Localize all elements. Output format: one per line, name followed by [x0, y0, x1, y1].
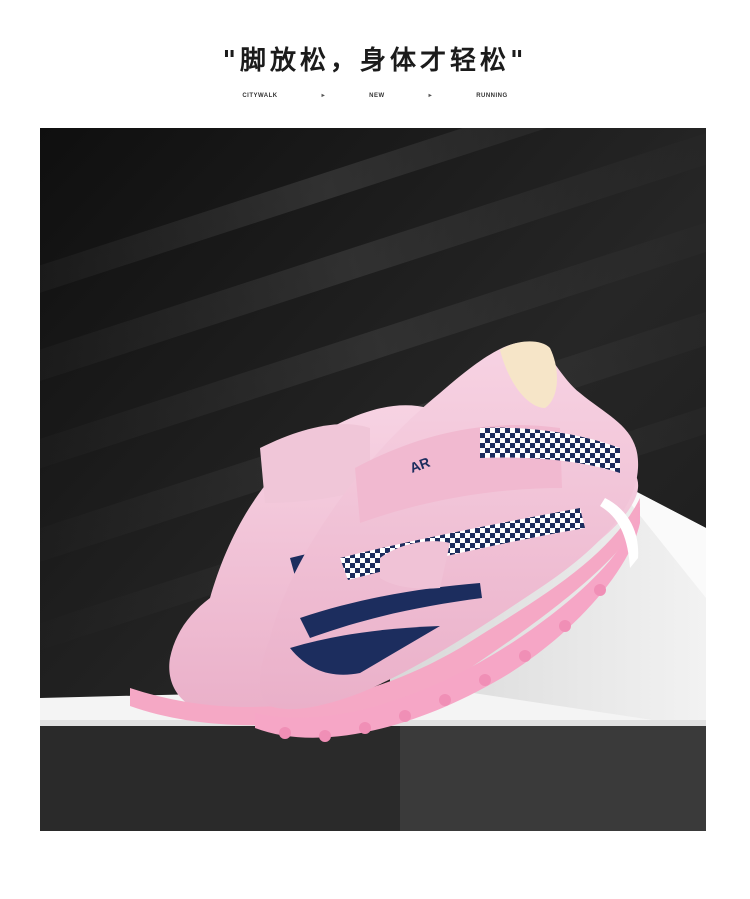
headline: "脚放松，身体才轻松" [222, 46, 528, 76]
tagline-separator: ▸ [321, 93, 326, 99]
tagline-separator: ▸ [428, 93, 433, 99]
product-photo: AR [40, 128, 706, 831]
tagline-item-citywalk: CITYWALK [242, 92, 278, 99]
tagline: CITYWALK ▸ NEW ▸ RUNNING [0, 92, 750, 100]
tagline-item-new: NEW [369, 92, 385, 99]
tagline-item-running: RUNNING [476, 92, 508, 99]
product-image: AR [40, 128, 706, 831]
